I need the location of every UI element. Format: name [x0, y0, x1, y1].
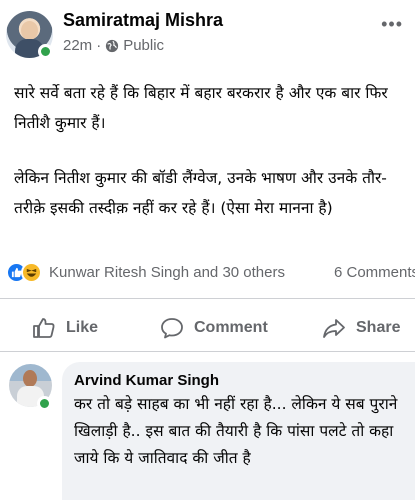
like-label: Like — [66, 319, 99, 336]
post-body: सारे सर्वे बता रहे हैं कि बिहार में बहार… — [14, 78, 410, 248]
divider — [0, 351, 415, 352]
post-paragraph: सारे सर्वे बता रहे हैं कि बिहार में बहार… — [14, 84, 388, 132]
online-status-icon — [38, 44, 53, 59]
comment-button[interactable]: Comment — [160, 310, 268, 346]
globe-icon — [106, 39, 119, 52]
commenter-name[interactable]: Arvind Kumar Singh — [74, 372, 410, 389]
share-label: Share — [356, 319, 401, 336]
divider — [0, 298, 415, 299]
like-button[interactable]: Like — [32, 310, 98, 346]
post-time[interactable]: 22m — [63, 37, 92, 54]
post-author-name[interactable]: Samiratmaj Mishra — [63, 10, 223, 31]
more-options-icon[interactable]: ••• — [381, 14, 403, 35]
post-actions: Like Comment Share — [0, 310, 415, 346]
avatar-face — [21, 21, 38, 40]
post-header: Samiratmaj Mishra 22m · Public ••• — [0, 0, 415, 66]
comment-bubble: Arvind Kumar Singh कर तो बड़े साहब का भी… — [62, 362, 415, 500]
share-icon — [323, 319, 345, 338]
meta-separator: · — [96, 37, 102, 54]
comment-icon — [161, 318, 183, 339]
post-paragraph: लेकिन नितीश कुमार की बॉडी लैंग्वेज, उनके… — [14, 169, 387, 217]
like-icon — [33, 318, 55, 338]
reactions-summary[interactable]: Kunwar Ritesh Singh and 30 others 6 Comm… — [6, 258, 415, 286]
share-button[interactable]: Share — [322, 310, 400, 346]
haha-icon — [21, 261, 42, 283]
comments-count[interactable]: 6 Comments — [334, 264, 415, 281]
online-status-icon — [37, 396, 52, 411]
post-meta: 22m · Public — [63, 37, 164, 54]
avatar-face — [23, 370, 37, 387]
reactions-names[interactable]: Kunwar Ritesh Singh and 30 others — [49, 264, 285, 281]
comment-label: Comment — [194, 319, 268, 336]
comment-text: कर तो बड़े साहब का भी नहीं रहा है... लेक… — [74, 395, 398, 467]
comment-item: Arvind Kumar Singh कर तो बड़े साहब का भी… — [0, 362, 415, 500]
privacy-label: Public — [123, 37, 165, 54]
